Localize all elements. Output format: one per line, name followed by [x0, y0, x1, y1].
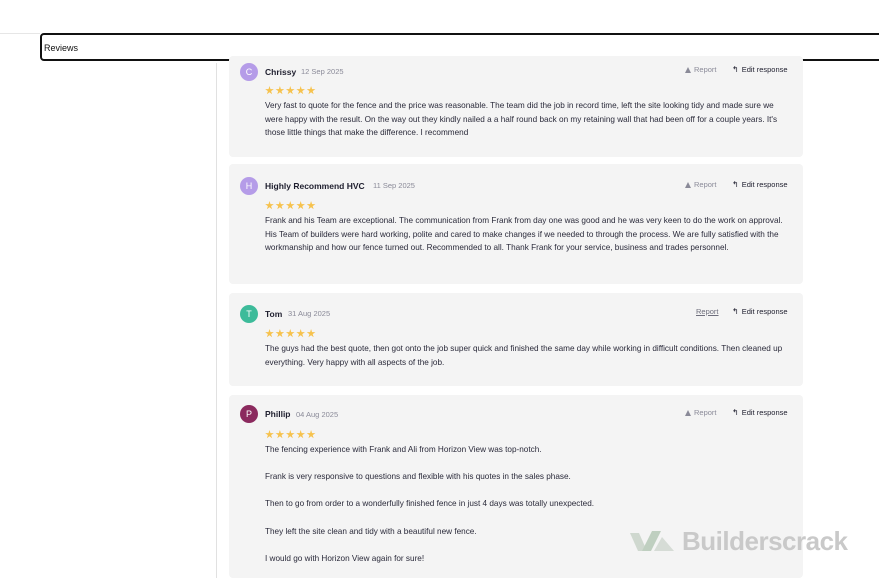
star-icon [265, 329, 274, 338]
star-icon [306, 329, 316, 338]
avatar: H [240, 177, 258, 195]
reply-icon: ↰ [732, 180, 739, 189]
avatar: P [240, 405, 258, 423]
review-text: Very fast to quote for the fence and the… [265, 99, 785, 140]
report-link[interactable]: Report [685, 408, 717, 417]
star-rating [265, 426, 317, 439]
star-icon [285, 86, 295, 95]
star-icon [275, 86, 285, 95]
report-link[interactable]: Report [696, 307, 719, 316]
star-icon [275, 329, 285, 338]
report-link[interactable]: Report [685, 65, 717, 74]
star-icon [265, 430, 274, 439]
review-date: 31 Aug 2025 [288, 309, 331, 318]
top-divider [0, 33, 40, 34]
content-divider [216, 63, 217, 578]
reviewer-name: Tom [265, 309, 283, 319]
review-text: The guys had the best quote, then got on… [265, 342, 785, 369]
reviews-tab-label: Reviews [44, 43, 79, 53]
warning-icon [685, 67, 691, 73]
review-paragraph: The guys had the best quote, then got on… [265, 344, 783, 367]
warning-icon [685, 182, 691, 188]
logo-wordmark: Builderscrack [682, 526, 848, 556]
review-text: Frank and his Team are exceptional. The … [265, 214, 785, 255]
review-paragraph: Then to go from order to a wonderfully f… [265, 499, 595, 509]
star-icon [306, 430, 316, 439]
star-icon [265, 201, 274, 210]
avatar: T [240, 305, 258, 323]
star-icon [296, 201, 305, 210]
report-link[interactable]: Report [685, 180, 717, 189]
review-card: H Highly Recommend HVC 11 Sep 2025 Repor… [229, 164, 803, 284]
avatar: C [240, 63, 258, 81]
star-rating [265, 325, 317, 338]
review-paragraph: Frank is very responsive to questions an… [265, 472, 571, 482]
review-date: 04 Aug 2025 [296, 410, 339, 419]
edit-response-button[interactable]: ↰ Edit response [732, 65, 788, 74]
star-icon [275, 201, 285, 210]
reviewer-name: Highly Recommend HVC [265, 181, 365, 191]
review-card: C Chrissy 12 Sep 2025 Report ↰ Edit respo… [229, 56, 803, 157]
star-rating [265, 197, 317, 210]
star-icon [285, 329, 295, 338]
warning-icon [685, 410, 691, 416]
star-icon [296, 86, 305, 95]
review-date: 12 Sep 2025 [301, 67, 344, 76]
reply-icon: ↰ [732, 307, 739, 316]
star-icon [296, 430, 305, 439]
reply-icon: ↰ [732, 65, 739, 74]
review-card: T Tom 31 Aug 2025 Report ↰ Edit response … [229, 293, 803, 386]
review-paragraph: Frank and his Team are exceptional. The … [265, 216, 783, 253]
star-icon [265, 86, 274, 95]
reply-icon: ↰ [732, 408, 739, 417]
edit-response-button[interactable]: ↰ Edit response [732, 408, 788, 417]
review-paragraph: Very fast to quote for the fence and the… [265, 101, 778, 138]
star-icon [296, 329, 305, 338]
reviewer-name: Phillip [265, 409, 291, 419]
review-paragraph: The fencing experience with Frank and Al… [265, 445, 542, 454]
star-icon [285, 430, 295, 439]
reviewer-name: Chrissy [265, 67, 297, 77]
star-rating [265, 82, 317, 95]
builderscrack-mark-icon [630, 531, 674, 551]
edit-response-button[interactable]: ↰ Edit response [732, 307, 788, 316]
star-icon [306, 86, 316, 95]
star-icon [285, 201, 295, 210]
star-icon [275, 430, 285, 439]
review-date: 11 Sep 2025 [373, 181, 415, 190]
star-icon [306, 201, 316, 210]
edit-response-button[interactable]: ↰ Edit response [732, 180, 788, 189]
